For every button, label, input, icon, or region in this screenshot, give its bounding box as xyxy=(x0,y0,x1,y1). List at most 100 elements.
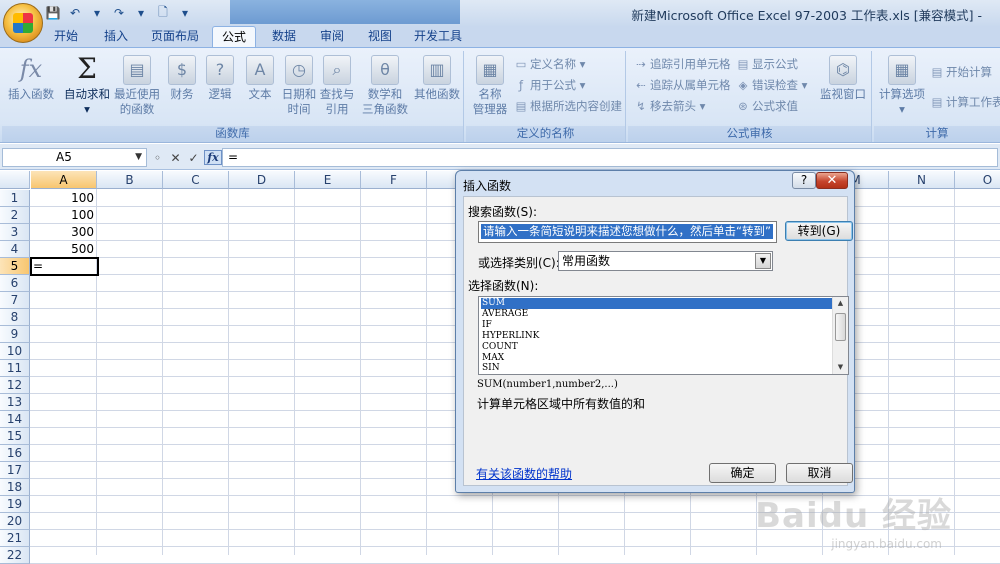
row-header-17[interactable]: 17 xyxy=(0,462,30,479)
column-header-c[interactable]: C xyxy=(163,171,229,189)
watch-window-button[interactable]: ⌬ 监视窗口 xyxy=(818,55,868,102)
calc-sheet-button[interactable]: ▤ 计算工作表 xyxy=(930,93,1000,111)
recent-functions-button[interactable]: ▤ 最近使用 的函数 xyxy=(112,55,162,117)
scroll-up-icon[interactable]: ▲ xyxy=(833,297,848,310)
row-header-20[interactable]: 20 xyxy=(0,513,30,530)
customize-qat-icon[interactable]: ▾ xyxy=(176,5,194,21)
insert-function-fx-icon[interactable]: fx xyxy=(204,150,222,165)
row-header-3[interactable]: 3 xyxy=(0,224,30,241)
math-trig-button[interactable]: θ 数学和 三角函数 xyxy=(358,55,412,117)
cancel-button[interactable]: 取消 xyxy=(786,463,853,483)
cell-a3[interactable]: 300 xyxy=(31,224,97,241)
category-select[interactable]: 常用函数 ▼ xyxy=(558,251,773,271)
trace-dependents-button[interactable]: ⇠ 追踪从属单元格 xyxy=(634,76,730,94)
list-item[interactable]: AVERAGE xyxy=(481,309,833,320)
function-list-scrollbar[interactable]: ▲ ▼ xyxy=(832,297,848,374)
search-input[interactable]: 请输入一条简短说明来描述您想做什么，然后单击“转到” xyxy=(478,221,777,243)
formula-input[interactable]: = xyxy=(222,148,998,167)
column-header-o[interactable]: O xyxy=(955,171,1000,189)
column-header-a[interactable]: A xyxy=(31,171,97,189)
redo-icon[interactable]: ↷ xyxy=(110,5,128,21)
row-header-18[interactable]: 18 xyxy=(0,479,30,496)
lookup-button[interactable]: ⌕ 查找与 引用 xyxy=(318,55,356,117)
tab-home[interactable]: 开始 xyxy=(44,26,88,48)
tab-formulas[interactable]: 公式 xyxy=(212,26,256,48)
row-header-2[interactable]: 2 xyxy=(0,207,30,224)
row-header-4[interactable]: 4 xyxy=(0,241,30,258)
row-header-19[interactable]: 19 xyxy=(0,496,30,513)
goto-button[interactable]: 转到(G) xyxy=(785,221,853,241)
row-header-5[interactable]: 5 xyxy=(0,258,30,275)
calc-now-button[interactable]: ▤ 开始计算 xyxy=(930,63,992,81)
chevron-down-icon[interactable]: ▼ xyxy=(755,253,771,269)
row-header-10[interactable]: 10 xyxy=(0,343,30,360)
trace-precedents-button[interactable]: ⇢ 追踪引用单元格 xyxy=(634,55,730,73)
row-header-14[interactable]: 14 xyxy=(0,411,30,428)
row-header-8[interactable]: 8 xyxy=(0,309,30,326)
row-header-9[interactable]: 9 xyxy=(0,326,30,343)
calc-options-button[interactable]: ▦ 计算选项 ▾ xyxy=(876,55,928,117)
row-header-11[interactable]: 11 xyxy=(0,360,30,377)
undo-icon[interactable]: ↶ xyxy=(66,5,84,21)
ok-button[interactable]: 确定 xyxy=(709,463,776,483)
scroll-thumb[interactable] xyxy=(835,313,846,341)
row-header-22[interactable]: 22 xyxy=(0,547,30,564)
evaluate-formula-button[interactable]: ⊛ 公式求值 xyxy=(736,97,798,115)
use-in-formula-button[interactable]: ƒ 用于公式 ▾ xyxy=(514,76,585,94)
insert-function-button[interactable]: fx 插入函数 xyxy=(4,55,58,102)
column-header-e[interactable]: E xyxy=(295,171,361,189)
print-preview-icon[interactable]: 🗋 xyxy=(154,5,172,21)
remove-arrows-button[interactable]: ↯ 移去箭头 ▾ xyxy=(634,97,705,115)
autosum-button[interactable]: Σ 自动求和 ▾ xyxy=(62,55,112,117)
chevron-down-icon[interactable]: ▼ xyxy=(135,152,142,162)
tab-page-layout[interactable]: 页面布局 xyxy=(144,26,206,48)
row-header-15[interactable]: 15 xyxy=(0,428,30,445)
row-header-6[interactable]: 6 xyxy=(0,275,30,292)
tab-review[interactable]: 审阅 xyxy=(310,26,354,48)
tab-data[interactable]: 数据 xyxy=(262,26,306,48)
function-list[interactable]: SUM AVERAGE IF HYPERLINK COUNT MAX SIN ▲… xyxy=(478,296,849,375)
column-header-b[interactable]: B xyxy=(97,171,163,189)
finance-button[interactable]: $ 财务 xyxy=(164,55,200,102)
row-header-1[interactable]: 1 xyxy=(0,190,30,207)
row-header-12[interactable]: 12 xyxy=(0,377,30,394)
list-item[interactable]: COUNT xyxy=(481,342,833,353)
tab-developer[interactable]: 开发工具 xyxy=(406,26,470,48)
cancel-icon[interactable]: ✕ xyxy=(168,151,183,165)
row-header-7[interactable]: 7 xyxy=(0,292,30,309)
row-header-13[interactable]: 13 xyxy=(0,394,30,411)
cell-a4[interactable]: 500 xyxy=(31,241,97,258)
list-item[interactable]: SIN xyxy=(481,363,833,374)
enter-check-icon[interactable]: ✓ xyxy=(186,151,201,165)
save-icon[interactable]: 💾 xyxy=(44,5,62,21)
more-functions-button[interactable]: ▥ 其他函数 xyxy=(412,55,462,102)
dropdown-icon[interactable]: ▾ xyxy=(88,5,106,21)
row-header-21[interactable]: 21 xyxy=(0,530,30,547)
show-formulas-button[interactable]: ▤ 显示公式 xyxy=(736,55,798,73)
list-item[interactable]: IF xyxy=(481,320,833,331)
column-header-d[interactable]: D xyxy=(229,171,295,189)
column-header-n[interactable]: N xyxy=(889,171,955,189)
logic-button[interactable]: ? 逻辑 xyxy=(202,55,238,102)
tab-insert[interactable]: 插入 xyxy=(94,26,138,48)
text-button[interactable]: A 文本 xyxy=(242,55,278,102)
name-manager-button[interactable]: ▦ 名称 管理器 xyxy=(468,55,512,117)
row-header-16[interactable]: 16 xyxy=(0,445,30,462)
close-button[interactable]: ✕ xyxy=(816,172,848,189)
tab-view[interactable]: 视图 xyxy=(358,26,402,48)
help-button[interactable]: ? xyxy=(792,172,816,189)
list-item[interactable]: HYPERLINK xyxy=(481,331,833,342)
create-from-selection-button[interactable]: ▤ 根据所选内容创建 xyxy=(514,97,622,115)
define-name-button[interactable]: ▭ 定义名称 ▾ xyxy=(514,55,586,73)
select-all-corner[interactable] xyxy=(0,171,30,189)
function-help-link[interactable]: 有关该函数的帮助 xyxy=(476,465,572,482)
cell-a2[interactable]: 100 xyxy=(31,207,97,224)
column-header-f[interactable]: F xyxy=(361,171,427,189)
datetime-button[interactable]: ◷ 日期和 时间 xyxy=(280,55,318,117)
office-button[interactable] xyxy=(3,3,43,43)
cell-a1[interactable]: 100 xyxy=(31,190,97,207)
dropdown-icon[interactable]: ▾ xyxy=(132,5,150,21)
name-box[interactable]: A5 ▼ xyxy=(2,148,147,167)
error-checking-button[interactable]: ◈ 错误检查 ▾ xyxy=(736,76,808,94)
list-item-selected[interactable]: SUM xyxy=(481,298,833,309)
